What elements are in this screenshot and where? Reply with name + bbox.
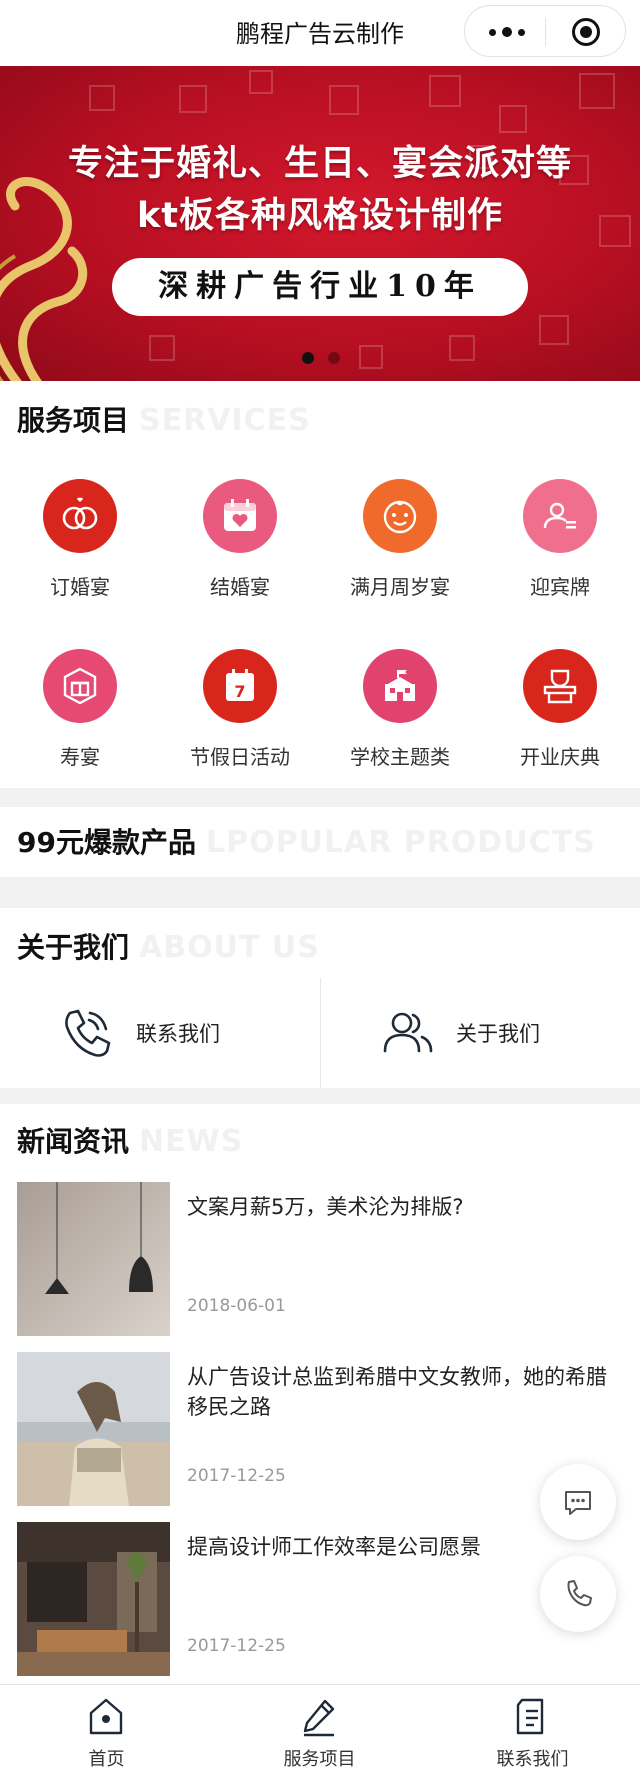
news-title: 文案月薪5万，美术沦为排版? — [187, 1195, 464, 1219]
user-card-icon — [523, 479, 597, 553]
pencil-icon — [303, 1699, 335, 1737]
tab-label: 联系我们 — [496, 1749, 569, 1770]
news-item[interactable]: 从广告设计总监到希腊中文女教师，她的希腊移民之路 2017-12-25 — [17, 1352, 623, 1506]
service-item-baby-party[interactable]: 满月周岁宴 — [320, 479, 480, 600]
banner-headline: 专注于婚礼、生日、宴会派对等 kt板各种风格设计制作 — [0, 138, 640, 242]
service-item-opening-ceremony[interactable]: 开业庆典 — [480, 649, 640, 770]
tab-contact[interactable]: 联系我们 — [426, 1685, 639, 1776]
about-header: 关于我们 ABOUT US — [17, 926, 320, 966]
news-date: 2017-12-25 — [187, 1636, 286, 1656]
service-item-school-theme[interactable]: 学校主题类 — [320, 649, 480, 770]
baby-face-icon — [363, 479, 437, 553]
service-label: 学校主题类 — [350, 745, 450, 769]
about-us-label: 关于我们 — [456, 1022, 540, 1046]
carousel-dot[interactable] — [328, 352, 340, 364]
rings-icon — [43, 479, 117, 553]
service-label: 结婚宴 — [210, 575, 270, 599]
news-item[interactable]: 文案月薪5万，美术沦为排版? 2018-06-01 — [17, 1182, 623, 1336]
news-thumbnail-beach-woman — [17, 1352, 170, 1506]
news-date: 2017-12-25 — [187, 1466, 286, 1486]
about-title-en: ABOUT US — [139, 930, 320, 965]
service-label: 满月周岁宴 — [350, 575, 450, 599]
phone-icon — [65, 1009, 111, 1057]
school-icon — [363, 649, 437, 723]
service-label: 订婚宴 — [50, 575, 110, 599]
news-title-en: NEWS — [139, 1124, 244, 1159]
calendar-heart-icon — [203, 479, 277, 553]
about-title: 关于我们 — [17, 931, 130, 964]
products-section: 99元爆款产品 LPOPULAR PRODUCTS — [0, 807, 640, 877]
service-label: 迎宾牌 — [530, 575, 590, 599]
services-header: 服务项目 SERVICES — [17, 399, 311, 439]
tab-label: 首页 — [88, 1749, 125, 1770]
news-item[interactable]: 提高设计师工作效率是公司愿景 2017-12-25 — [17, 1522, 623, 1676]
calendar-7-icon: 7 — [203, 649, 277, 723]
services-title: 服务项目 — [17, 404, 130, 437]
document-icon — [516, 1698, 544, 1735]
contact-us-label: 联系我们 — [136, 1022, 220, 1046]
tab-home[interactable]: 首页 — [0, 1685, 213, 1776]
products-title-en: LPOPULAR PRODUCTS — [205, 825, 596, 860]
banner-pill: 深耕广告行业10年 — [112, 258, 528, 316]
banner-line-1: 专注于婚礼、生日、宴会派对等 — [67, 144, 572, 184]
users-icon — [383, 1012, 433, 1053]
service-item-welcome-sign[interactable]: 迎宾牌 — [480, 479, 640, 600]
capsule-divider — [545, 18, 546, 46]
service-item-engagement[interactable]: 订婚宴 — [0, 479, 160, 600]
news-date: 2018-06-01 — [187, 1296, 286, 1316]
service-label: 节假日活动 — [190, 745, 290, 769]
news-title: 新闻资讯 — [17, 1125, 130, 1158]
phone-icon — [567, 1580, 592, 1607]
about-section: 关于我们 ABOUT US 联系我们 关于我们 — [0, 908, 640, 1088]
news-thumbnail-living-room — [17, 1522, 170, 1676]
about-us-button[interactable]: 关于我们 — [320, 978, 640, 1088]
services-section: 服务项目 SERVICES 订婚宴 结婚宴 满月周岁宴 迎宾牌 寿宴 7 节假日… — [0, 381, 640, 788]
products-header: 99元爆款产品 LPOPULAR PRODUCTS — [17, 821, 596, 861]
shop-stand-icon — [523, 649, 597, 723]
home-icon — [89, 1698, 123, 1735]
call-float-button[interactable] — [540, 1556, 616, 1632]
chat-float-button[interactable] — [540, 1464, 616, 1540]
mini-program-capsule — [464, 5, 626, 57]
service-item-birthday-banquet[interactable]: 寿宴 — [0, 649, 160, 770]
top-nav-bar: 鹏程广告云制作 — [0, 0, 640, 66]
carousel-dot-active[interactable] — [302, 352, 314, 364]
contact-us-button[interactable]: 联系我们 — [0, 978, 320, 1088]
tab-services[interactable]: 服务项目 — [213, 1685, 426, 1776]
chat-bubble-icon — [565, 1491, 591, 1515]
news-title: 从广告设计总监到希腊中文女教师，她的希腊移民之路 — [187, 1365, 607, 1419]
close-mini-program-icon[interactable] — [572, 18, 600, 46]
service-label: 开业庆典 — [520, 745, 600, 769]
banner-line-2: kt板各种风格设计制作 — [136, 196, 503, 236]
service-item-wedding[interactable]: 结婚宴 — [160, 479, 320, 600]
news-title: 提高设计师工作效率是公司愿景 — [187, 1535, 481, 1559]
svg-text:7: 7 — [234, 682, 245, 701]
more-options-icon[interactable] — [489, 20, 525, 44]
banner-carousel[interactable]: 专注于婚礼、生日、宴会派对等 kt板各种风格设计制作 深耕广告行业10年 — [0, 66, 640, 381]
tab-label: 服务项目 — [283, 1749, 356, 1770]
products-title: 99元爆款产品 — [17, 826, 196, 859]
services-title-en: SERVICES — [139, 403, 311, 438]
gift-hexagon-icon — [43, 649, 117, 723]
service-item-holiday-event[interactable]: 7 节假日活动 — [160, 649, 320, 770]
service-label: 寿宴 — [60, 745, 100, 769]
bottom-tab-bar: 首页 服务项目 联系我们 — [0, 1684, 640, 1776]
news-header: 新闻资讯 NEWS — [17, 1120, 243, 1160]
news-thumbnail-lamps — [17, 1182, 170, 1336]
